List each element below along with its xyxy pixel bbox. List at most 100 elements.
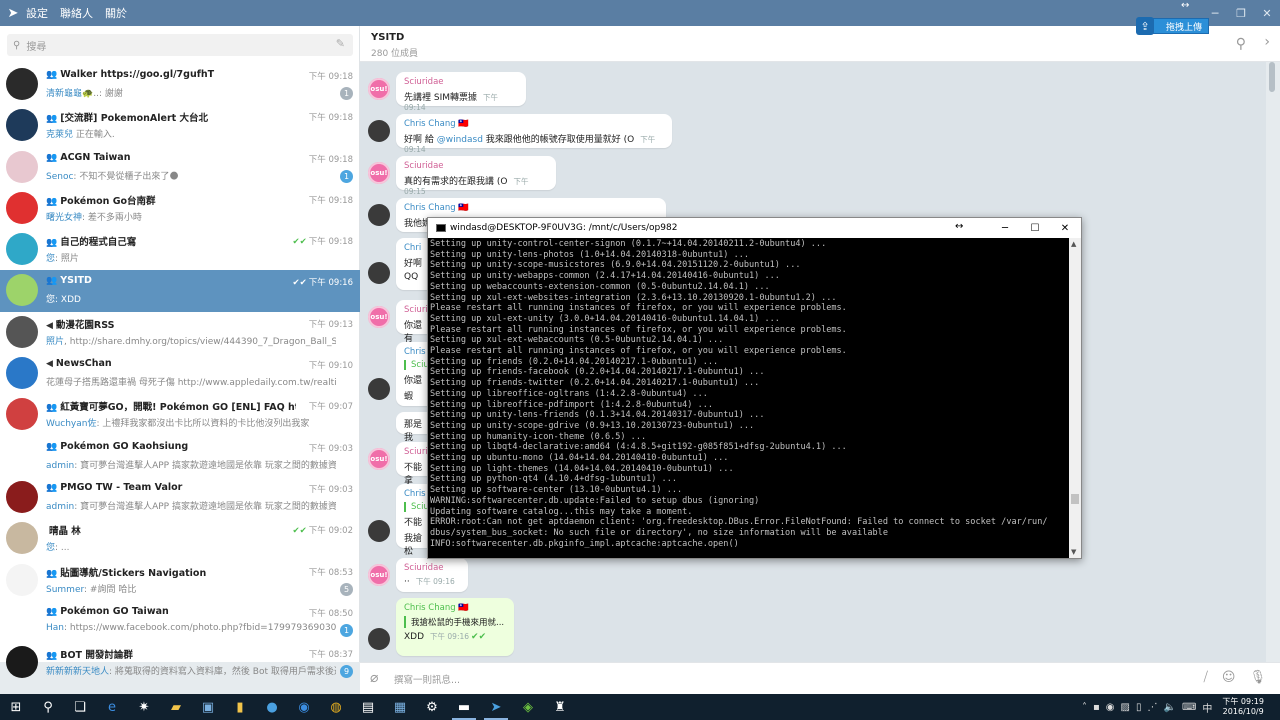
sender-avatar[interactable]: osu! — [368, 564, 390, 586]
telegram-icon[interactable]: ➤ — [480, 694, 512, 720]
chat-list-item[interactable]: 👥 YSITD ✔✔ 下午 09:16 您: XDD — [0, 270, 360, 312]
close-icon[interactable]: ✕ — [1254, 0, 1280, 26]
menu-contacts[interactable]: 聯絡人 — [60, 5, 93, 21]
chat-list-item[interactable]: 晴晶 林 ✔✔ 下午 09:02 您: ... — [0, 518, 360, 559]
edge-icon[interactable]: e — [96, 694, 128, 720]
chat-list-item[interactable]: 👥紅黃寶可夢GO，開戰! Pokémon GO [ENL] FAQ https:… — [0, 394, 360, 435]
message-sender[interactable]: Sciuri — [404, 305, 428, 315]
message-sender[interactable]: Chri — [404, 243, 428, 253]
mention-link[interactable]: @windasd — [437, 135, 483, 145]
app-icon[interactable]: ▦ — [384, 694, 416, 720]
reply-quote[interactable]: Sciui — [404, 360, 431, 370]
settings-icon[interactable]: ⚙ — [416, 694, 448, 720]
search-icon[interactable]: ⚲ — [1236, 36, 1246, 52]
message-sender[interactable]: Chris — [404, 489, 428, 499]
message-bubble[interactable]: Sciuridae ·· 下午 09:16 — [396, 558, 468, 592]
network-icon[interactable]: ⋰ — [1148, 702, 1158, 713]
chat-list-item[interactable]: 👥 PMGO TW - Team Valor 下午 09:03 admin: 寶可夢台… — [0, 477, 360, 518]
message-sender[interactable]: Chris Chang 🇹🇼 — [404, 119, 664, 129]
terminal-scrollbar[interactable]: ▲ ▼ — [1069, 238, 1081, 558]
chat-list-item[interactable]: 👥 Pokémon GO Kaohsiung 下午 09:03 admin: 寶可夢台… — [0, 436, 360, 477]
volume-icon[interactable]: 🔈 — [1164, 702, 1176, 713]
app-icon[interactable]: ▤ — [352, 694, 384, 720]
reply-quote[interactable]: 我搶松鼠的手機來用就... — [404, 616, 506, 628]
chat-list-item[interactable]: 👥 [交流群] PokemonAlert 大台北 下午 09:18 克萊兒 正在輸入. — [0, 105, 360, 146]
sender-avatar[interactable] — [368, 520, 390, 542]
chat-list-item[interactable]: 👥 Pokémon Go台南群 下午 09:18 曙光女神: 差不多兩小時 — [0, 188, 360, 229]
drag-upload-button[interactable]: ⇪ 拖拽上傳 — [1136, 17, 1209, 35]
terminal-icon[interactable]: ▬ — [448, 694, 480, 720]
attach-icon[interactable]: ⌀ — [370, 670, 378, 686]
chat-list-item[interactable]: 👥 Walker https://goo.gl/7gufhT 下午 09:18 清新龜… — [0, 64, 360, 105]
message-sender[interactable]: Sciuri — [404, 447, 428, 457]
file-explorer-icon[interactable]: ▰ — [160, 694, 192, 720]
menu-settings[interactable]: 設定 — [26, 5, 48, 21]
message-bubble[interactable]: Chris Chang 🇹🇼 好啊 給 @windasd 我來跟他他的帳號存取使用… — [396, 114, 672, 154]
chat-title[interactable]: YSITD — [371, 32, 404, 43]
search-input[interactable]: ⚲ 搜尋 ✎ — [7, 34, 353, 56]
chat-list-item[interactable]: 👥 BOT 開發討論群 下午 08:37 新新新新天地人: 將蒐取得的資料寫入資料庫，… — [0, 642, 360, 683]
microphone-icon[interactable]: 🎙 — [1249, 670, 1266, 685]
app-icon[interactable]: ◈ — [512, 694, 544, 720]
close-icon[interactable]: ✕ — [1050, 218, 1080, 238]
message-sender[interactable]: Sciuridae — [404, 77, 518, 87]
tray-icon[interactable]: ▪ — [1093, 702, 1100, 713]
chevron-right-icon[interactable]: › — [1264, 34, 1270, 50]
command-icon[interactable]: ⧸ — [1204, 670, 1208, 685]
sender-avatar[interactable] — [368, 120, 390, 142]
message-sender[interactable]: Sciuridae — [404, 161, 548, 171]
scroll-up-icon[interactable]: ▲ — [1071, 240, 1076, 248]
start-icon[interactable]: ⊞ — [0, 694, 32, 720]
terminal-scroll-thumb[interactable] — [1071, 494, 1079, 504]
sender-avatar[interactable]: osu! — [368, 306, 390, 328]
chat-app-icon[interactable]: ● — [256, 694, 288, 720]
message-bubble[interactable]: Sciuridae 真的有需求的在跟我講 (O 下午 09:15 — [396, 156, 556, 196]
app-icon[interactable]: ◉ — [288, 694, 320, 720]
terminal-window[interactable]: windasd@DESKTOP-9F0UV3G: /mnt/c/Users/op… — [427, 217, 1082, 559]
store-icon[interactable]: ▣ — [192, 694, 224, 720]
message-sender[interactable]: Chris — [404, 347, 428, 357]
message-sender[interactable]: Chris Chang 🇹🇼 — [404, 203, 658, 213]
messages-scrollbar[interactable] — [1269, 62, 1275, 662]
compose-icon[interactable]: ✎ — [336, 37, 345, 50]
message-bubble[interactable]: Sciuridae 先講裡 SIM轉票據 下午 09:14 — [396, 72, 526, 112]
ime-icon[interactable]: 中 — [1202, 700, 1212, 715]
terminal-titlebar[interactable]: windasd@DESKTOP-9F0UV3G: /mnt/c/Users/op… — [428, 218, 1081, 238]
chat-list-item[interactable]: ◀ NewsChan 下午 09:10 花蓮母子搭馬路還車禍 母死子傷 http://… — [0, 353, 360, 394]
terminal-output[interactable]: Setting up unity-control-center-signon (… — [429, 239, 1069, 558]
tray-icon[interactable]: ▯ — [1136, 702, 1142, 713]
search-icon[interactable]: ⚲ — [32, 694, 64, 720]
tray-icon[interactable]: ▨ — [1121, 702, 1130, 713]
app-icon[interactable]: ✷ — [128, 694, 160, 720]
chevron-up-icon[interactable]: ˄ — [1082, 702, 1087, 713]
menu-about[interactable]: 關於 — [105, 5, 127, 21]
chat-list-item[interactable]: 👥 自己的程式自己寫 ✔✔ 下午 09:18 您: 照片 — [0, 229, 360, 270]
minimize-icon[interactable]: ─ — [990, 218, 1020, 238]
sender-avatar[interactable] — [368, 262, 390, 284]
sender-avatar[interactable] — [368, 378, 390, 400]
chat-list-item[interactable]: ◀ 動漫花園RSS 下午 09:13 照片, http://share.dmhy.or… — [0, 312, 360, 353]
maximize-icon[interactable]: ☐ — [1020, 218, 1050, 238]
chrome-icon[interactable]: ◍ — [320, 694, 352, 720]
message-input[interactable]: 撰寫一則訊息... — [394, 672, 460, 686]
app-icon[interactable]: ▮ — [224, 694, 256, 720]
tray-icon[interactable]: ◉ — [1106, 702, 1115, 713]
task-view-icon[interactable]: ❏ — [64, 694, 96, 720]
scrollbar-thumb[interactable] — [1269, 62, 1275, 92]
message-sender[interactable]: Sciuridae — [404, 563, 460, 573]
scroll-down-icon[interactable]: ▼ — [1071, 548, 1076, 556]
keyboard-icon[interactable]: ⌨ — [1182, 702, 1196, 713]
sender-avatar[interactable] — [368, 628, 390, 650]
message-sender[interactable]: Chris Chang 🇹🇼 — [404, 603, 506, 613]
maximize-icon[interactable]: ❐ — [1228, 0, 1254, 26]
clock[interactable]: 下午 09:19 2016/10/9 — [1222, 697, 1264, 717]
chat-list-item[interactable]: 👥 ACGN Taiwan 下午 09:18 Senoc: 不知不覺從櫃子出來了🌑 1 — [0, 147, 360, 188]
sender-avatar[interactable]: osu! — [368, 162, 390, 184]
sender-avatar[interactable] — [368, 204, 390, 226]
message-bubble[interactable]: Chris Chang 🇹🇼 我搶松鼠的手機來用就... XDD 下午 09:16 ✔✔ — [396, 598, 514, 656]
app-icon[interactable]: ♜ — [544, 694, 576, 720]
chat-list-item[interactable]: 👥 貼圖導航/Stickers Navigation 下午 08:53 Summer:… — [0, 560, 360, 601]
sender-avatar[interactable]: osu! — [368, 448, 390, 470]
emoji-icon[interactable]: ☺ — [1222, 670, 1236, 685]
sender-avatar[interactable]: osu! — [368, 78, 390, 100]
